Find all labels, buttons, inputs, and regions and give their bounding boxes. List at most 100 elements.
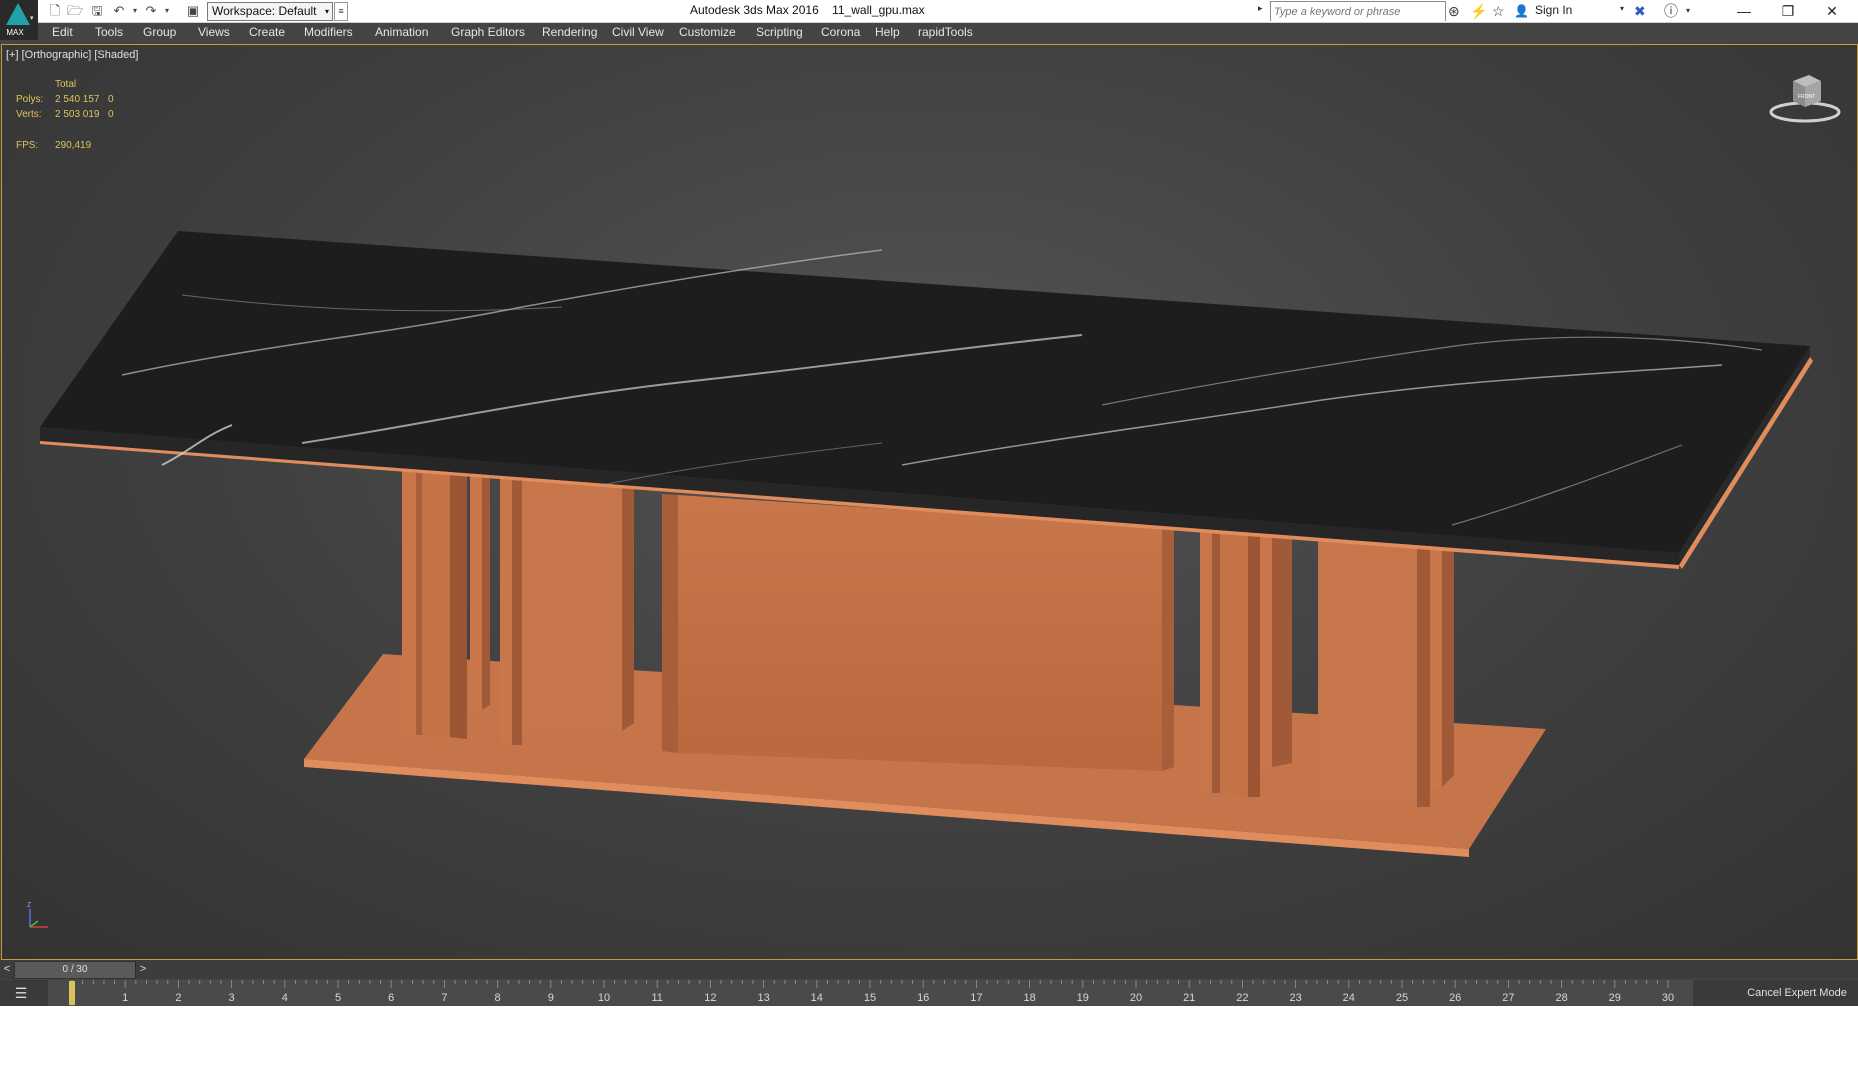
track-ticks: 0123456789101112131415161718192021222324… <box>69 980 1674 1005</box>
customize-toolbar-icon[interactable]: ≡ <box>334 2 348 21</box>
table-leg-slat[interactable] <box>1220 531 1248 797</box>
communication-center-icon[interactable]: ⚡ <box>1470 2 1487 20</box>
prev-frame-button[interactable]: < <box>0 961 14 977</box>
table-leg-slat-side <box>1417 545 1430 807</box>
cancel-expert-mode-button[interactable]: Cancel Expert Mode <box>1740 983 1854 1003</box>
search-box[interactable] <box>1270 1 1446 21</box>
table-leg-slat-side <box>1442 547 1454 787</box>
app-window: MAX ▾ 🗋 🗁 🖫 ↶ ▾ ↷ ▾ ▣ Workspace: Default… <box>0 0 1858 1006</box>
search-input[interactable] <box>1271 3 1445 21</box>
max-logo-icon <box>6 3 30 25</box>
axis-z-label: Z <box>27 902 32 909</box>
project-folder-icon[interactable]: ▣ <box>184 2 202 20</box>
chevron-down-icon[interactable]: ▾ <box>1686 2 1690 20</box>
viewcube[interactable]: FRONT <box>1765 67 1845 127</box>
table-leg-slat[interactable] <box>402 458 416 735</box>
menu-animation[interactable]: Animation <box>375 25 428 39</box>
track-tick-label: 21 <box>1183 992 1195 1004</box>
next-frame-button[interactable]: > <box>135 961 150 977</box>
table-leg-slat[interactable] <box>470 463 482 712</box>
track-tick-label: 14 <box>811 992 823 1004</box>
track-tick-label: 6 <box>388 992 394 1004</box>
table-leg-slat-side <box>622 475 634 731</box>
track-tick-label: 26 <box>1449 992 1461 1004</box>
table-leg-slat[interactable] <box>1260 534 1272 771</box>
axis-tripod: Z <box>27 902 48 928</box>
track-tick-label: 11 <box>651 992 662 1004</box>
menu-civil-view[interactable]: Civil View <box>612 25 664 39</box>
table-leg-slat-side <box>512 468 522 745</box>
open-folder-icon[interactable]: 🗁 <box>66 2 84 20</box>
menu-views[interactable]: Views <box>198 25 230 39</box>
logo-label: MAX <box>6 28 24 37</box>
menu-bar: Edit Tools Group Views Create Modifiers … <box>38 23 1858 41</box>
restore-button[interactable]: ❐ <box>1766 0 1810 22</box>
sign-in-button[interactable]: Sign In <box>1535 3 1572 17</box>
file-name: 11_wall_gpu.max <box>832 3 925 17</box>
table-leg-slat-side <box>1212 530 1220 793</box>
help-icon[interactable]: ⓘ <box>1664 2 1678 20</box>
menu-rapidtools[interactable]: rapidTools <box>918 25 973 39</box>
track-tick-label: 1 <box>122 992 128 1004</box>
window-title: Autodesk 3ds Max 2016 11_wall_gpu.max <box>690 3 925 17</box>
table-leg-slat[interactable] <box>500 467 512 745</box>
menu-modifiers[interactable]: Modifiers <box>304 25 353 39</box>
workspace-dropdown[interactable]: Workspace: Default ▾ <box>207 2 333 21</box>
track-tick-label: 30 <box>1662 992 1674 1004</box>
table-leg-slat[interactable] <box>1318 539 1417 807</box>
track-tick-label: 15 <box>864 992 876 1004</box>
track-tick-label: 5 <box>335 992 341 1004</box>
menu-customize[interactable]: Customize <box>679 25 736 39</box>
menu-corona[interactable]: Corona <box>821 25 860 39</box>
track-tick-label: 3 <box>229 992 235 1004</box>
track-tick-label: 12 <box>704 992 716 1004</box>
menu-graph-editors[interactable]: Graph Editors <box>451 25 525 39</box>
table-3d-model[interactable] <box>2 45 1857 959</box>
track-tick-label: 10 <box>598 992 610 1004</box>
menu-scripting[interactable]: Scripting <box>756 25 803 39</box>
close-button[interactable]: ✕ <box>1810 0 1854 22</box>
viewcube-label: FRONT <box>1798 94 1815 100</box>
table-leg-slat[interactable] <box>522 469 622 735</box>
track-tick-label: 25 <box>1396 992 1408 1004</box>
menu-tools[interactable]: Tools <box>95 25 123 39</box>
menu-group[interactable]: Group <box>143 25 176 39</box>
perspective-viewport[interactable]: [+] [Orthographic] [Shaded] Total Polys:… <box>1 44 1858 960</box>
menu-create[interactable]: Create <box>249 25 285 39</box>
new-file-icon[interactable]: 🗋 <box>46 2 64 20</box>
table-center-panel-side <box>662 494 678 753</box>
caret-right-icon[interactable]: ▸ <box>1258 3 1263 14</box>
track-tick-label: 13 <box>757 992 769 1004</box>
exchange-apps-icon[interactable]: ✖ <box>1634 2 1646 20</box>
track-tick-label: 7 <box>441 992 447 1004</box>
track-tick-label: 29 <box>1609 992 1621 1004</box>
track-tick-label: 24 <box>1343 992 1355 1004</box>
curve-editor-icon[interactable]: ☰ <box>10 984 32 1002</box>
track-tick-label: 23 <box>1289 992 1301 1004</box>
track-bar[interactable]: 0123456789101112131415161718192021222324… <box>48 980 1693 1006</box>
app-menu-button[interactable]: MAX ▾ <box>0 0 38 40</box>
table-leg-slat[interactable] <box>1430 546 1442 791</box>
chevron-down-icon[interactable]: ▾ <box>1620 4 1624 13</box>
title-bar: MAX ▾ 🗋 🗁 🖫 ↶ ▾ ↷ ▾ ▣ Workspace: Default… <box>0 0 1858 40</box>
track-tick-label: 19 <box>1077 992 1089 1004</box>
track-tick-label: 16 <box>917 992 929 1004</box>
menu-rendering[interactable]: Rendering <box>542 25 597 39</box>
star-icon[interactable]: ☆ <box>1492 2 1505 20</box>
binoculars-icon[interactable]: ⊛ <box>1448 2 1460 20</box>
minimize-button[interactable]: — <box>1722 0 1766 22</box>
redo-dropdown-icon[interactable]: ▾ <box>158 2 176 20</box>
save-icon[interactable]: 🖫 <box>88 2 106 20</box>
table-leg-slat-side <box>416 459 422 735</box>
table-leg-slat-side <box>482 463 490 710</box>
time-slider-thumb[interactable]: 0 / 30 <box>14 961 136 979</box>
table-center-panel[interactable] <box>678 495 1162 771</box>
track-tick-label: 20 <box>1130 992 1142 1004</box>
table-leg-slat[interactable] <box>1162 527 1174 771</box>
current-frame-marker[interactable] <box>69 981 75 1005</box>
menu-edit[interactable]: Edit <box>52 25 73 39</box>
table-leg-slat-side <box>450 461 467 739</box>
menu-help[interactable]: Help <box>875 25 900 39</box>
table-leg-slat[interactable] <box>1200 529 1212 793</box>
table-leg-slat-side <box>1248 533 1260 797</box>
